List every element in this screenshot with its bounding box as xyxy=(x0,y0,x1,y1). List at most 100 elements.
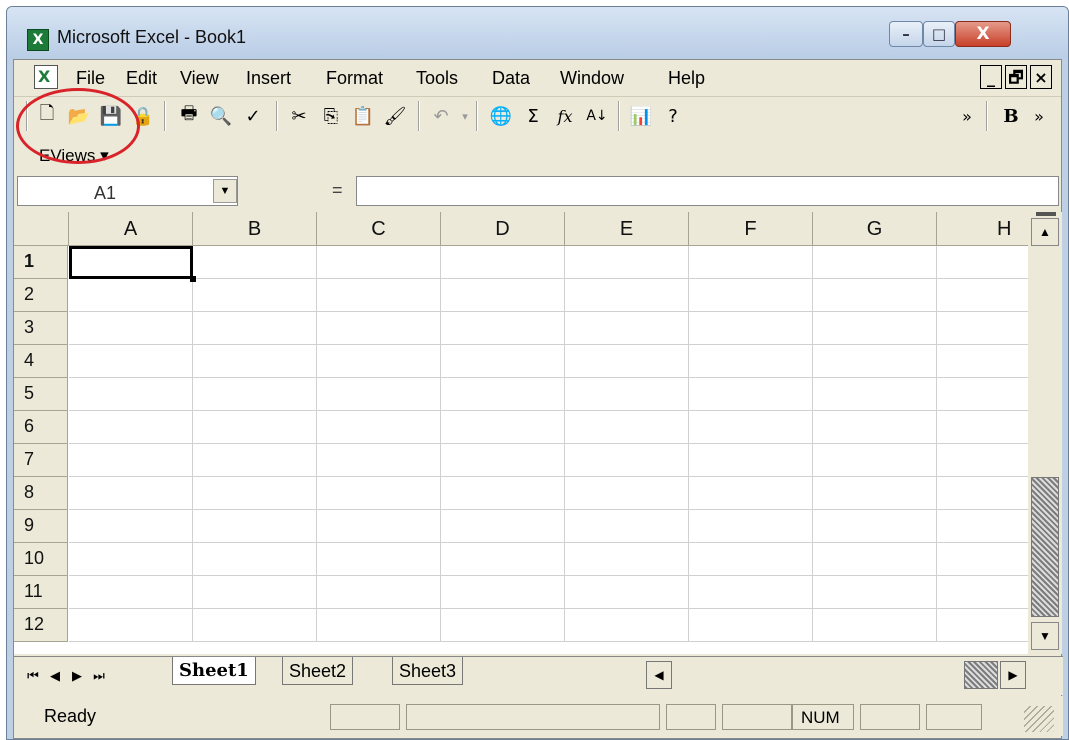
grid-cell[interactable] xyxy=(565,477,689,510)
undo-icon[interactable]: ↶ xyxy=(428,103,454,129)
grid-cell[interactable] xyxy=(317,312,441,345)
grid-cell[interactable] xyxy=(441,609,565,642)
grid-cell[interactable] xyxy=(317,510,441,543)
grid-cell[interactable] xyxy=(937,576,1028,609)
chart-wizard-icon[interactable]: 📊 xyxy=(628,103,654,129)
formula-equals-icon[interactable]: = xyxy=(332,180,343,201)
sheet-tab-3[interactable]: Sheet3 xyxy=(392,657,464,685)
resize-grip-icon[interactable] xyxy=(1024,706,1054,732)
grid-cell[interactable] xyxy=(69,279,193,312)
horizontal-scroll-thumb[interactable] xyxy=(964,661,998,689)
grid-cell[interactable] xyxy=(441,378,565,411)
prev-sheet-icon[interactable]: ◀ xyxy=(44,665,66,687)
paste-icon[interactable]: 📋 xyxy=(350,103,376,129)
grid-cell[interactable] xyxy=(813,279,937,312)
grid-cell[interactable] xyxy=(441,477,565,510)
grid-cell[interactable] xyxy=(317,378,441,411)
formula-input[interactable] xyxy=(356,176,1059,206)
menu-file[interactable]: File xyxy=(76,68,105,89)
grid-cell[interactable] xyxy=(441,510,565,543)
workbook-minimize-button[interactable]: _ xyxy=(980,65,1002,89)
menu-help[interactable]: Help xyxy=(668,68,705,89)
grid-cell[interactable] xyxy=(317,477,441,510)
function-icon[interactable]: fx xyxy=(552,103,578,129)
grid-cell[interactable] xyxy=(565,345,689,378)
cut-icon[interactable]: ✂ xyxy=(286,103,312,129)
grid-cell[interactable] xyxy=(689,378,813,411)
grid-cell[interactable] xyxy=(69,378,193,411)
column-header[interactable]: F xyxy=(689,212,813,246)
grid-cell[interactable] xyxy=(441,312,565,345)
scroll-right-icon[interactable]: ▶ xyxy=(1000,661,1026,689)
grid-cell[interactable] xyxy=(689,609,813,642)
grid-cell[interactable] xyxy=(193,411,317,444)
menu-format[interactable]: Format xyxy=(326,68,383,89)
grid-cell[interactable] xyxy=(193,444,317,477)
next-sheet-icon[interactable]: ▶ xyxy=(66,665,88,687)
grid-cell[interactable] xyxy=(69,609,193,642)
maximize-button[interactable]: □ xyxy=(923,21,955,47)
grid-cell[interactable] xyxy=(193,312,317,345)
close-button[interactable]: X xyxy=(955,21,1011,47)
grid-cell[interactable] xyxy=(937,312,1028,345)
row-header[interactable]: 6 xyxy=(14,411,68,444)
menu-view[interactable]: View xyxy=(180,68,219,89)
grid-cell[interactable] xyxy=(193,510,317,543)
split-box[interactable] xyxy=(1036,212,1056,216)
sheet-tab-1[interactable]: Sheet1 xyxy=(172,657,256,685)
grid-cell[interactable] xyxy=(193,576,317,609)
bold-icon[interactable]: B xyxy=(998,103,1024,129)
grid-cell[interactable] xyxy=(565,411,689,444)
chevron-down-icon[interactable]: ▼ xyxy=(213,179,237,203)
workbook-icon[interactable] xyxy=(34,65,58,89)
grid-cell[interactable] xyxy=(689,477,813,510)
grid-cell[interactable] xyxy=(193,246,317,279)
scroll-up-icon[interactable]: ▲ xyxy=(1031,218,1059,246)
grid-cell[interactable] xyxy=(69,543,193,576)
grid-cell[interactable] xyxy=(813,444,937,477)
grid-cell[interactable] xyxy=(441,444,565,477)
grid-cell[interactable] xyxy=(937,345,1028,378)
column-header[interactable]: G xyxy=(813,212,937,246)
grid-cell[interactable] xyxy=(813,609,937,642)
eviews-menu[interactable]: EViews ▾ xyxy=(39,146,109,166)
print-preview-icon[interactable]: 🔍 xyxy=(208,103,234,129)
grid-cell[interactable] xyxy=(813,576,937,609)
row-header[interactable]: 10 xyxy=(14,543,68,576)
grid-cell[interactable] xyxy=(441,411,565,444)
row-header[interactable]: 5 xyxy=(14,378,68,411)
autosum-icon[interactable]: Σ xyxy=(520,103,546,129)
format-painter-icon[interactable]: 🖌 xyxy=(382,103,408,129)
row-header[interactable]: 7 xyxy=(14,444,68,477)
excel-app-icon[interactable]: X xyxy=(27,29,49,51)
column-header[interactable]: B xyxy=(193,212,317,246)
first-sheet-icon[interactable]: ⏮ xyxy=(22,665,44,687)
row-header[interactable]: 8 xyxy=(14,477,68,510)
column-header[interactable]: A xyxy=(69,212,193,246)
menu-window[interactable]: Window xyxy=(560,68,624,89)
grid-cell[interactable] xyxy=(69,477,193,510)
grid-cell[interactable] xyxy=(317,609,441,642)
hyperlink-icon[interactable]: 🌐 xyxy=(488,103,514,129)
grid-cell[interactable] xyxy=(689,444,813,477)
grid-cell[interactable] xyxy=(937,609,1028,642)
row-header[interactable]: 3 xyxy=(14,312,68,345)
grid-cell[interactable] xyxy=(317,345,441,378)
column-header[interactable]: D xyxy=(441,212,565,246)
grid-cell[interactable] xyxy=(689,345,813,378)
grid-cell[interactable] xyxy=(69,444,193,477)
row-header[interactable]: 1 xyxy=(14,246,68,279)
grid-cell[interactable] xyxy=(565,378,689,411)
grid-cell[interactable] xyxy=(813,378,937,411)
row-header[interactable]: 12 xyxy=(14,609,68,642)
copy-icon[interactable]: ⎘ xyxy=(318,103,344,129)
grid-cell[interactable] xyxy=(317,411,441,444)
name-box[interactable]: A1 ▼ xyxy=(17,176,238,206)
select-all-corner[interactable] xyxy=(14,212,69,246)
grid-cell[interactable] xyxy=(937,411,1028,444)
open-folder-icon[interactable]: 📂 xyxy=(66,103,92,129)
grid-cell[interactable] xyxy=(689,576,813,609)
column-header[interactable]: C xyxy=(317,212,441,246)
menu-insert[interactable]: Insert xyxy=(246,68,291,89)
grid-cell[interactable] xyxy=(937,246,1028,279)
